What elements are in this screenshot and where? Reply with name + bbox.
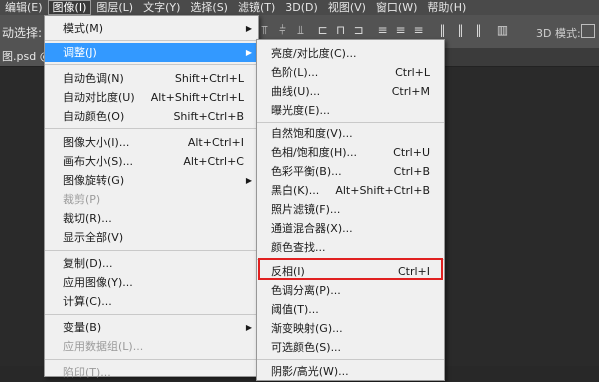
menu-item-color-balance[interactable]: 色彩平衡(B)... Ctrl+B (257, 162, 444, 181)
menu-item-curves[interactable]: 曲线(U)... Ctrl+M (257, 82, 444, 101)
menu-item-gradient-map[interactable]: 渐变映射(G)... (257, 319, 444, 338)
menu-item-auto-tone[interactable]: 自动色调(N) Shift+Ctrl+L (45, 69, 258, 88)
menu-separator (45, 64, 258, 65)
menu-item-auto-contrast[interactable]: 自动对比度(U) Alt+Shift+Ctrl+L (45, 88, 258, 107)
menu-item-black-white[interactable]: 黑白(K)... Alt+Shift+Ctrl+B (257, 181, 444, 200)
submenu-arrow-icon: ▶ (245, 24, 252, 33)
menu-item-variables[interactable]: 变量(B) ▶ (45, 318, 258, 337)
menu-item-auto-color[interactable]: 自动颜色(O) Shift+Ctrl+B (45, 107, 258, 126)
auto-align-icon[interactable]: ▥ (496, 23, 509, 37)
menu-item-mode[interactable]: 模式(M) ▶ (45, 19, 258, 38)
menu-view[interactable]: 视图(V) (323, 0, 371, 15)
menu-item-trim[interactable]: 裁切(R)... (45, 209, 258, 228)
invert-callout-highlight (258, 258, 443, 280)
menu-item-threshold[interactable]: 阈值(T)... (257, 300, 444, 319)
menu-separator (45, 40, 258, 41)
menu-item-brightness-contrast[interactable]: 亮度/对比度(C)... (257, 44, 444, 63)
distribute-top-icon[interactable]: ≡ (376, 23, 389, 37)
align-vcenter-icon[interactable]: ⫩ (276, 23, 289, 37)
align-right-icon[interactable]: ⊐ (352, 23, 365, 37)
menu-item-shadows-highlights[interactable]: 阴影/高光(W)... (257, 362, 444, 381)
menu-type[interactable]: 文字(Y) (138, 0, 185, 15)
menu-item-hue-saturation[interactable]: 色相/饱和度(H)... Ctrl+U (257, 143, 444, 162)
menu-item-color-lookup[interactable]: 颜色查找... (257, 238, 444, 257)
menu-3d[interactable]: 3D(D) (280, 0, 323, 15)
menu-separator (45, 314, 258, 315)
menu-layer[interactable]: 图层(L) (91, 0, 138, 15)
submenu-arrow-icon: ▶ (245, 176, 252, 185)
align-bottom-icon[interactable]: ⫫ (294, 23, 307, 37)
menu-item-image-rotation[interactable]: 图像旋转(G) ▶ (45, 171, 258, 190)
menu-item-duplicate[interactable]: 复制(D)... (45, 254, 258, 273)
menu-select[interactable]: 选择(S) (185, 0, 233, 15)
submenu-arrow-icon: ▶ (245, 48, 252, 57)
menu-item-crop: 裁剪(P) (63, 193, 101, 206)
menu-item-photo-filter[interactable]: 照片滤镜(F)... (257, 200, 444, 219)
submenu-arrow-icon: ▶ (245, 323, 252, 332)
3d-rotate-icon[interactable] (581, 24, 595, 38)
menu-window[interactable]: 窗口(W) (371, 0, 422, 15)
menu-item-reveal-all[interactable]: 显示全部(V) (45, 228, 258, 247)
align-left-icon[interactable]: ⊏ (316, 23, 329, 37)
menu-item-levels[interactable]: 色阶(L)... Ctrl+L (257, 63, 444, 82)
distribute-right-icon[interactable]: ‖ (472, 23, 485, 37)
menu-filter[interactable]: 滤镜(T) (233, 0, 280, 15)
menu-item-selective-color[interactable]: 可选颜色(S)... (257, 338, 444, 357)
distribute-bottom-icon[interactable]: ≡ (412, 23, 425, 37)
auto-select-label: 动选择: (2, 26, 43, 40)
menu-item-image-size[interactable]: 图像大小(I)... Alt+Ctrl+I (45, 133, 258, 152)
adjustments-submenu: 亮度/对比度(C)... 色阶(L)... Ctrl+L 曲线(U)... Ct… (256, 39, 445, 381)
menu-item-apply-image[interactable]: 应用图像(Y)... (45, 273, 258, 292)
menu-separator (45, 128, 258, 129)
menu-item-exposure[interactable]: 曝光度(E)... (257, 101, 444, 120)
menu-image[interactable]: 图像(I) (47, 0, 92, 15)
menu-item-apply-data-set: 应用数据组(L)... (63, 340, 144, 353)
menu-item-vibrance[interactable]: 自然饱和度(V)... (257, 124, 444, 143)
menu-separator (257, 359, 444, 360)
menu-separator (257, 122, 444, 123)
distribute-hcenter-icon[interactable]: ‖ (454, 23, 467, 37)
menu-item-channel-mixer[interactable]: 通道混合器(X)... (257, 219, 444, 238)
align-top-icon[interactable]: ⫪ (258, 23, 271, 37)
menu-bar: 编辑(E) 图像(I) 图层(L) 文字(Y) 选择(S) 滤镜(T) 3D(D… (0, 0, 599, 15)
menu-separator (45, 359, 258, 360)
align-hcenter-icon[interactable]: ⊓ (334, 23, 347, 37)
menu-help[interactable]: 帮助(H) (422, 0, 471, 15)
menu-edit[interactable]: 编辑(E) (0, 0, 48, 15)
distribute-vcenter-icon[interactable]: ≡ (394, 23, 407, 37)
menu-item-calculations[interactable]: 计算(C)... (45, 292, 258, 311)
menu-item-adjustments[interactable]: 调整(J) ▶ (45, 43, 258, 62)
distribute-left-icon[interactable]: ‖ (436, 23, 449, 37)
menu-separator (45, 250, 258, 251)
menu-item-canvas-size[interactable]: 画布大小(S)... Alt+Ctrl+C (45, 152, 258, 171)
3d-mode-label: 3D 模式: (536, 27, 581, 40)
menu-item-posterize[interactable]: 色调分离(P)... (257, 281, 444, 300)
image-menu: 模式(M) ▶ 调整(J) ▶ 自动色调(N) Shift+Ctrl+L 自动对… (44, 15, 259, 379)
